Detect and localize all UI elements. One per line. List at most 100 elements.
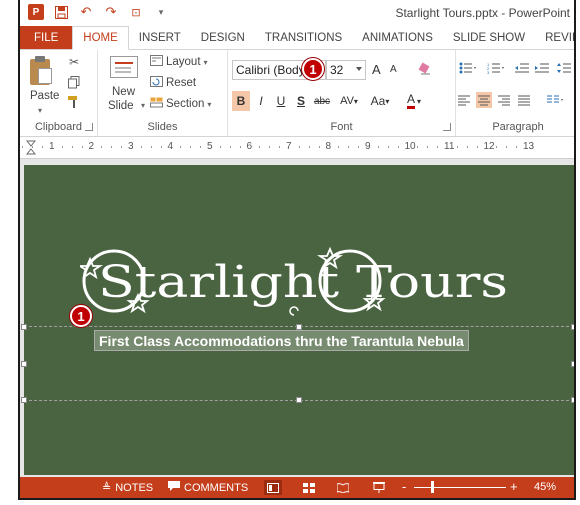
start-from-beginning-icon[interactable]: ⊡: [128, 4, 144, 20]
comments-label: COMMENTS: [184, 481, 249, 494]
format-painter-icon[interactable]: [66, 94, 82, 110]
zoom-slider-track[interactable]: [414, 487, 506, 488]
ruler-tick: [456, 146, 458, 148]
decrease-indent-icon[interactable]: [514, 60, 530, 76]
slides-group: New Slide ▾ Layout ▾ Reset Section ▾ Sli…: [98, 50, 228, 136]
character-spacing-dropdown-icon: ▾: [353, 96, 358, 106]
character-spacing-button[interactable]: AV ▾: [336, 91, 362, 111]
font-name-value: Calibri (Body): [236, 63, 309, 77]
zoom-level[interactable]: 45%: [534, 481, 556, 493]
font-color-dropdown-icon: ▾: [417, 96, 422, 106]
ruler-tick: [476, 146, 478, 148]
ruler-tick: [269, 146, 271, 148]
resize-handle[interactable]: [21, 324, 27, 330]
new-slide-dropdown-icon[interactable]: ▾: [141, 101, 145, 110]
zoom-out-button[interactable]: -: [402, 479, 406, 494]
comments-button[interactable]: COMMENTS: [168, 477, 248, 498]
tab-insert[interactable]: INSERT: [129, 26, 191, 50]
reading-view-icon[interactable]: [334, 480, 352, 495]
font-size-dropdown-icon: [356, 67, 362, 71]
ruler-tick: [180, 146, 182, 148]
tab-animations[interactable]: ANIMATIONS: [352, 26, 443, 50]
redo-icon[interactable]: ↷: [103, 4, 119, 20]
layout-icon: [150, 55, 163, 69]
subtitle-placeholder[interactable]: First Class Accommodations thru the Tara…: [21, 324, 574, 403]
ruler-tick: [427, 146, 429, 148]
new-slide-icon[interactable]: [110, 56, 138, 78]
resize-handle[interactable]: [296, 397, 302, 403]
clipboard-launcher-icon[interactable]: [85, 123, 93, 131]
notes-button[interactable]: ≜ NOTES: [102, 477, 153, 498]
slide-title-art[interactable]: Starlight Tours: [80, 235, 520, 321]
underline-button[interactable]: U: [272, 91, 290, 111]
cut-icon[interactable]: ✂: [66, 54, 82, 70]
font-size-combobox[interactable]: 32: [326, 60, 366, 80]
line-spacing-icon[interactable]: [556, 60, 572, 76]
paste-button-label[interactable]: Paste: [30, 90, 59, 102]
ruler-tick: [32, 146, 34, 148]
ruler-number: 13: [523, 141, 535, 152]
clear-formatting-icon[interactable]: [416, 60, 434, 78]
tab-review[interactable]: REVIE: [535, 26, 574, 50]
strikethrough-button[interactable]: abc: [310, 91, 334, 111]
change-case-button[interactable]: Aa ▾: [366, 91, 394, 111]
layout-button[interactable]: Layout ▾: [150, 55, 208, 69]
resize-handle[interactable]: [21, 397, 27, 403]
new-slide-label-line1[interactable]: New: [112, 86, 135, 98]
reset-button[interactable]: Reset: [150, 76, 196, 90]
paste-dropdown-icon[interactable]: ▾: [38, 106, 42, 115]
bold-button[interactable]: B: [232, 91, 250, 111]
align-right-icon[interactable]: [496, 92, 512, 108]
ruler-number: 2: [88, 141, 95, 152]
rotate-handle-icon[interactable]: [289, 306, 299, 316]
resize-handle[interactable]: [571, 361, 574, 367]
slide-canvas[interactable]: Starlight Tours First Class Accommodatio…: [21, 165, 574, 475]
zoom-slider-thumb[interactable]: [430, 481, 434, 493]
ruler-tick: [377, 146, 379, 148]
font-launcher-icon[interactable]: [443, 123, 451, 131]
italic-button[interactable]: I: [252, 91, 270, 111]
tab-slide-show[interactable]: SLIDE SHOW: [443, 26, 535, 50]
reset-icon: [150, 76, 163, 90]
text-shadow-button[interactable]: S: [292, 91, 310, 111]
ruler-tick: [298, 146, 300, 148]
section-button[interactable]: Section ▾: [150, 97, 211, 111]
align-center-icon[interactable]: [476, 92, 492, 108]
slide-subtitle[interactable]: First Class Accommodations thru the Tara…: [94, 330, 469, 351]
increase-indent-icon[interactable]: [534, 60, 550, 76]
resize-handle[interactable]: [21, 361, 27, 367]
paste-icon[interactable]: [28, 56, 54, 86]
align-left-icon[interactable]: [456, 92, 472, 108]
save-icon[interactable]: [53, 4, 69, 20]
columns-icon[interactable]: [544, 92, 568, 108]
powerpoint-window: P ↶ ↷ ⊡ ▾ Starlight Tours.pptx - PowerPo…: [18, 0, 576, 500]
normal-view-icon[interactable]: [264, 480, 282, 495]
zoom-in-button[interactable]: +: [510, 479, 518, 494]
slide-show-icon[interactable]: [370, 480, 388, 495]
tab-transitions[interactable]: TRANSITIONS: [255, 26, 352, 50]
resize-handle[interactable]: [571, 324, 574, 330]
indent-marker-icon[interactable]: [25, 140, 37, 159]
svg-text:3: 3: [487, 70, 490, 74]
numbering-icon[interactable]: 123: [484, 60, 508, 76]
ruler-tick: [22, 146, 24, 148]
ruler-tick: [516, 146, 518, 148]
tab-home[interactable]: HOME: [72, 26, 129, 50]
horizontal-ruler[interactable]: 1 2 3 4 5 6 7 8 9 10 11 12 13: [20, 137, 574, 159]
tab-file[interactable]: FILE: [20, 26, 73, 50]
tab-design[interactable]: DESIGN: [191, 26, 255, 50]
ruler-tick: [318, 146, 320, 148]
justify-icon[interactable]: [516, 92, 532, 108]
font-color-button[interactable]: A ▾: [400, 91, 428, 111]
ruler-tick: [160, 146, 162, 148]
resize-handle[interactable]: [571, 397, 574, 403]
shrink-font-button[interactable]: A: [390, 64, 397, 75]
bullets-icon[interactable]: [456, 60, 480, 76]
layout-label: Layout: [166, 56, 201, 68]
customize-qat-icon[interactable]: ▾: [153, 4, 169, 20]
grow-font-button[interactable]: A: [372, 62, 381, 77]
copy-icon[interactable]: [66, 74, 82, 90]
slide-sorter-icon[interactable]: [300, 480, 318, 495]
undo-icon[interactable]: ↶: [78, 4, 94, 20]
new-slide-label-line2[interactable]: Slide: [108, 100, 134, 112]
